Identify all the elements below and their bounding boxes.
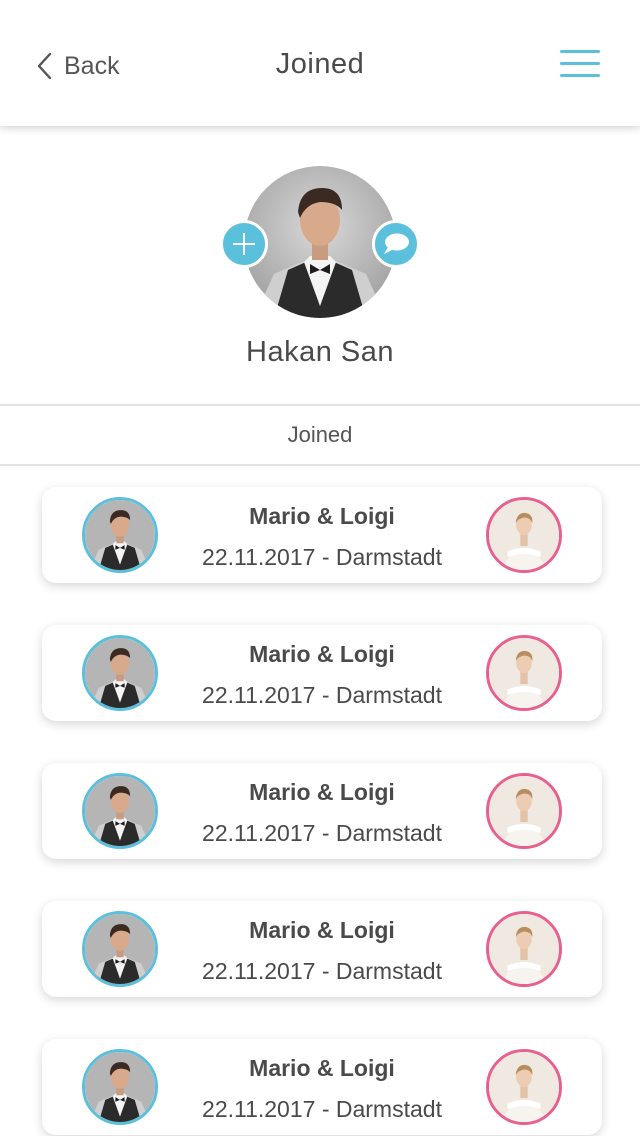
profile-section: Hakan San <box>0 126 640 406</box>
add-button[interactable] <box>220 220 268 268</box>
profile-name: Hakan San <box>246 336 394 368</box>
speech-bubble-icon <box>384 233 409 254</box>
event-date-location: 22.11.2017 - Darmstadt <box>202 958 442 984</box>
hamburger-menu-icon[interactable] <box>560 50 600 78</box>
couple-name: Mario & Loigi <box>249 641 395 667</box>
list-item[interactable]: Mario & Loigi 22.11.2017 - Darmstadt <box>42 487 602 583</box>
groom-avatar <box>82 1049 158 1125</box>
couple-name: Mario & Loigi <box>249 779 395 805</box>
groom-avatar <box>82 773 158 849</box>
couple-name: Mario & Loigi <box>249 503 395 529</box>
chat-button[interactable] <box>372 220 420 268</box>
section-label: Joined <box>287 422 353 447</box>
bride-avatar <box>486 773 562 849</box>
list-item[interactable]: Mario & Loigi 22.11.2017 - Darmstadt <box>42 763 602 859</box>
page-title: Joined <box>275 48 365 80</box>
event-date-location: 22.11.2017 - Darmstadt <box>202 682 442 708</box>
list-item[interactable]: Mario & Loigi 22.11.2017 - Darmstadt <box>42 1039 602 1135</box>
plus-icon <box>233 233 255 255</box>
list-item[interactable]: Mario & Loigi 22.11.2017 - Darmstadt <box>42 625 602 721</box>
bride-avatar <box>486 635 562 711</box>
bride-avatar <box>486 1049 562 1125</box>
groom-avatar <box>82 635 158 711</box>
groom-avatar <box>82 497 158 573</box>
bride-avatar <box>486 911 562 987</box>
list-item[interactable]: Mario & Loigi 22.11.2017 - Darmstadt <box>42 901 602 997</box>
couple-name: Mario & Loigi <box>249 1055 395 1081</box>
event-date-location: 22.11.2017 - Darmstadt <box>202 820 442 846</box>
top-navigation-bar: Back Joined <box>0 0 640 126</box>
couple-name: Mario & Loigi <box>249 917 395 943</box>
event-date-location: 22.11.2017 - Darmstadt <box>202 1096 442 1122</box>
event-date-location: 22.11.2017 - Darmstadt <box>202 544 442 570</box>
groom-avatar <box>82 911 158 987</box>
section-header: Joined <box>0 404 640 466</box>
bride-avatar <box>486 497 562 573</box>
